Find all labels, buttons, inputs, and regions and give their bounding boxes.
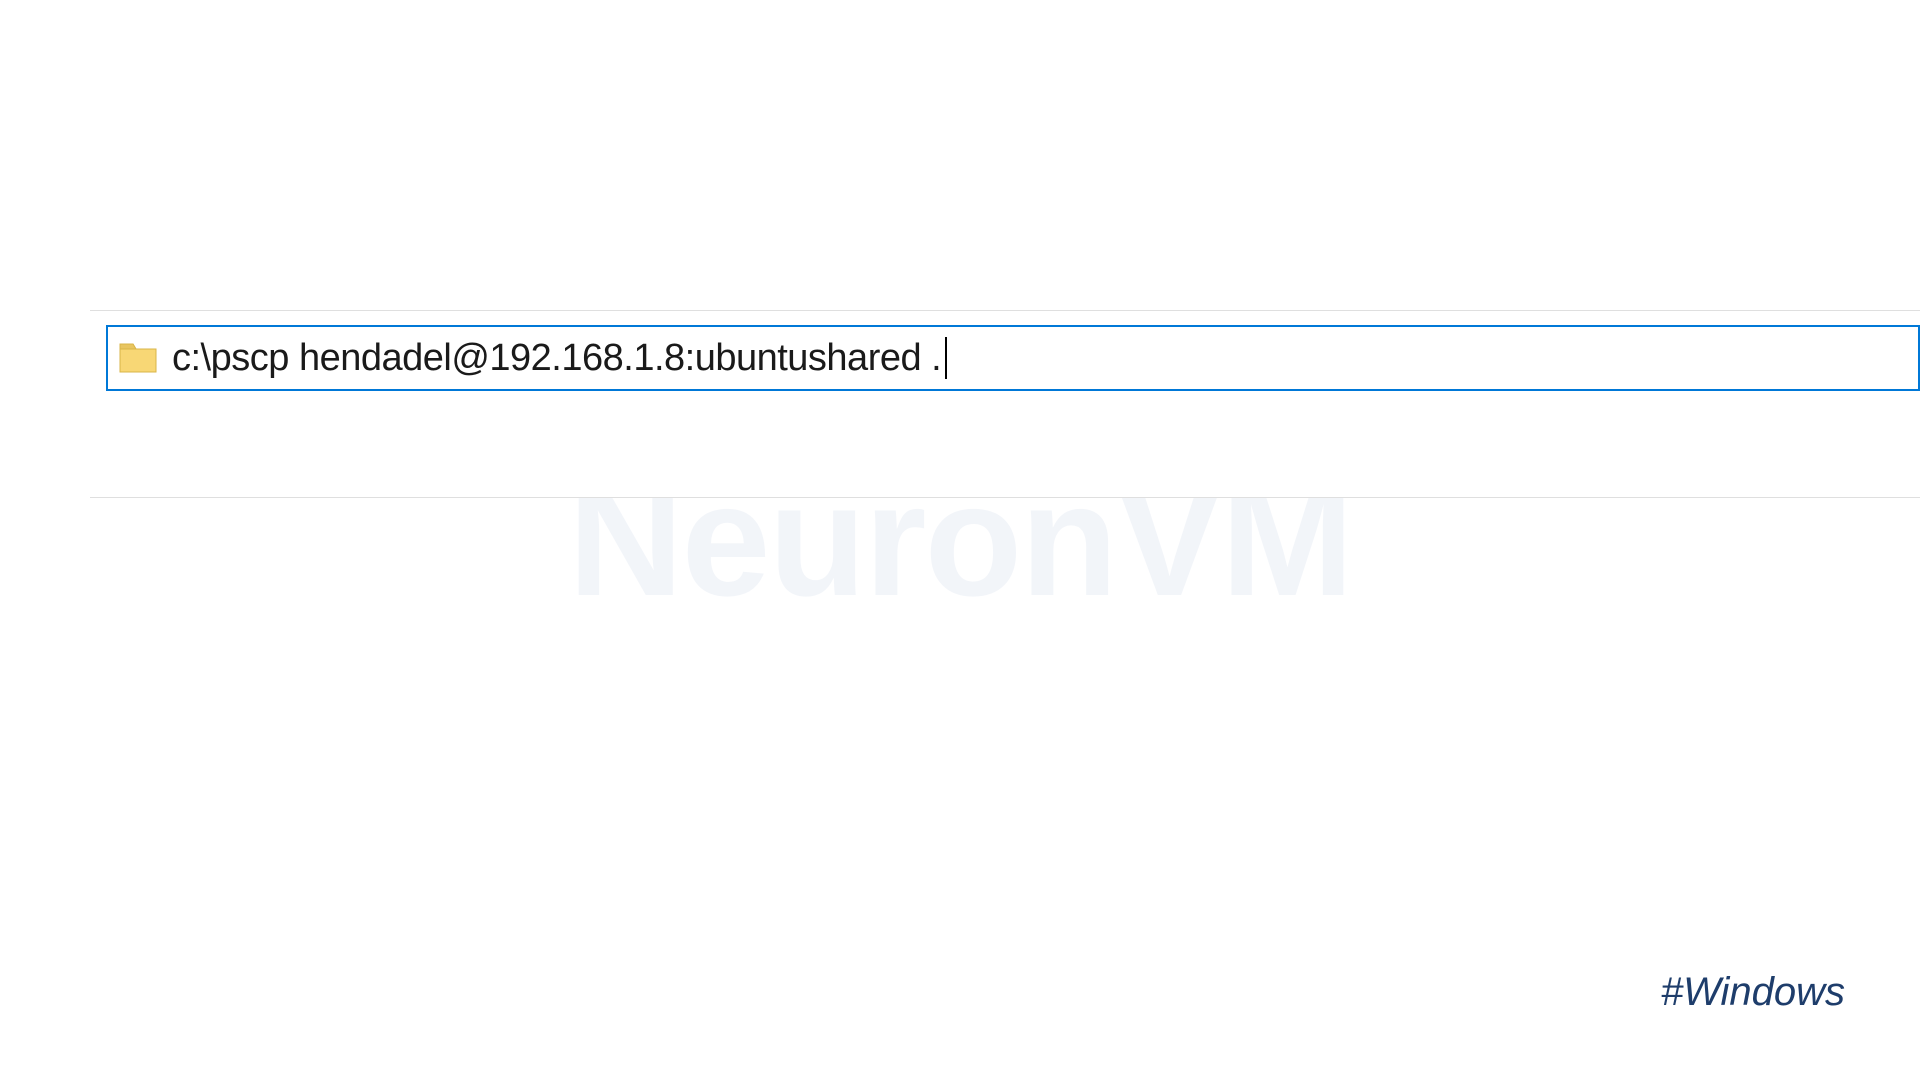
text-cursor <box>945 337 947 379</box>
bottom-divider <box>90 497 1920 498</box>
explorer-address-section: c:\pscp hendadel@192.168.1.8:ubuntushare… <box>90 310 1920 510</box>
folder-icon <box>118 340 158 376</box>
content-area <box>90 391 1920 497</box>
address-input-text[interactable]: c:\pscp hendadel@192.168.1.8:ubuntushare… <box>172 337 941 380</box>
address-bar[interactable]: c:\pscp hendadel@192.168.1.8:ubuntushare… <box>106 325 1920 391</box>
top-divider <box>90 310 1920 311</box>
hashtag-label: #Windows <box>1661 970 1845 1015</box>
